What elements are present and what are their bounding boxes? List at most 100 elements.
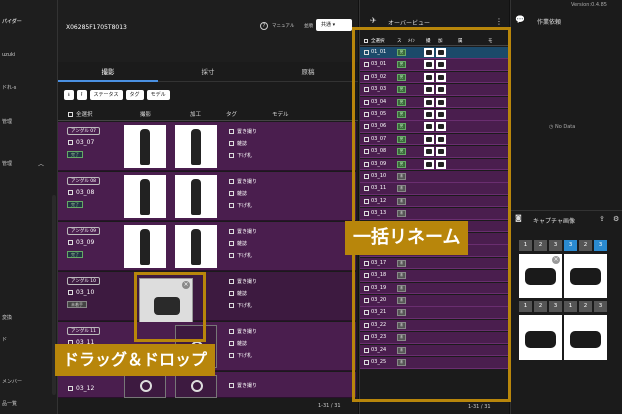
tag-checkbox[interactable]	[229, 203, 234, 208]
sidebar-item-1[interactable]: uzuki	[2, 52, 15, 58]
tag-checkbox[interactable]	[229, 353, 234, 358]
sidebar-item-5[interactable]: 変換	[2, 314, 12, 321]
tag-checkbox[interactable]	[229, 253, 234, 258]
row-checkbox[interactable]	[68, 190, 73, 195]
tab-shoot[interactable]: 撮影	[58, 62, 158, 82]
chevron-up-icon[interactable]: ︿	[38, 159, 44, 168]
tag-hangtag: 下げ札	[229, 200, 257, 212]
divider	[511, 210, 622, 211]
sidebar-item-0[interactable]: パイダー	[2, 18, 22, 25]
table-row[interactable]: アングル 08 03_08 完了 置き撮り 雑誌 下げ札	[58, 172, 356, 221]
version-label: Version:0.4.85	[571, 2, 607, 8]
tag-label: 置き撮り	[237, 383, 258, 389]
photo-placeholder[interactable]	[124, 375, 166, 398]
capture-number[interactable]: 1	[519, 301, 532, 312]
tag-checkbox[interactable]	[229, 279, 234, 284]
capture-thumbnail[interactable]: ×	[519, 254, 562, 298]
select-all-checkbox[interactable]	[68, 112, 73, 117]
capture-number[interactable]: 2	[579, 301, 592, 312]
tag-okidori: 置き撮り	[229, 276, 257, 288]
capture-number[interactable]: 3	[564, 240, 577, 251]
edited-thumbnail[interactable]	[175, 175, 217, 218]
tab-manuscript[interactable]: 原稿	[258, 62, 358, 82]
capture-number[interactable]: 3	[594, 301, 607, 312]
download-icon[interactable]: ⭳	[64, 90, 74, 100]
capture-number[interactable]: 3	[549, 301, 562, 312]
sidebar-item-4[interactable]: 管理	[2, 160, 12, 167]
tag-checkbox[interactable]	[229, 241, 234, 246]
capture-number[interactable]: 3	[549, 240, 562, 251]
sidebar-item-3[interactable]: 管理	[2, 118, 12, 125]
model-button[interactable]: モデル	[146, 90, 170, 100]
photo-placeholder[interactable]	[175, 375, 217, 398]
capture-title: キャプチャ画像	[533, 218, 575, 225]
tag-checkbox[interactable]	[229, 179, 234, 184]
tag-button[interactable]: タグ	[125, 90, 144, 100]
sort-value: 共通	[321, 22, 332, 28]
tag-label: 雑誌	[237, 241, 248, 247]
tag-okidori: 置き撮り	[229, 380, 257, 392]
row-checkbox[interactable]	[68, 140, 73, 145]
capture-thumbnail[interactable]	[519, 315, 562, 360]
upload-cloud-icon[interactable]: ⇪	[599, 215, 605, 223]
tag-checkbox[interactable]	[229, 383, 234, 388]
capture-thumbnail[interactable]	[564, 315, 607, 360]
capture-number[interactable]: 1	[564, 301, 577, 312]
capture-number[interactable]: 2	[579, 240, 592, 251]
tag-label: 下げ札	[237, 153, 253, 159]
edited-thumbnail[interactable]	[175, 125, 217, 168]
sort-select[interactable]: 共通 ▾	[316, 19, 352, 31]
tag-okidori: 置き撮り	[229, 226, 257, 238]
tag-checkbox[interactable]	[229, 341, 234, 346]
manual-link[interactable]: マニュアル	[272, 23, 294, 29]
tag-list: 置き撮り 雑誌 下げ札	[229, 276, 257, 312]
tag-checkbox[interactable]	[229, 303, 234, 308]
tag-checkbox[interactable]	[229, 229, 234, 234]
capture-number[interactable]: 3	[594, 240, 607, 251]
photo-thumbnail[interactable]	[124, 125, 166, 168]
table-row[interactable]: アングル 10 03_10 未着手 × 置き撮り 雑誌 下げ札	[58, 272, 356, 332]
angle-badge: アングル 10	[67, 277, 100, 285]
more-icon[interactable]: ⋮	[495, 17, 503, 26]
tag-label: 置き撮り	[237, 179, 258, 185]
dnd-highlight-box	[134, 272, 206, 342]
row-checkbox[interactable]	[68, 240, 73, 245]
toolbar: ⭳ ⭱ ステータス タグ モデル	[64, 90, 170, 100]
tag-checkbox[interactable]	[229, 191, 234, 196]
row-checkbox[interactable]	[68, 386, 73, 391]
aperture-icon	[140, 380, 152, 392]
capture-number[interactable]: 2	[534, 240, 547, 251]
tag-list: 置き撮り	[229, 380, 257, 392]
tag-checkbox[interactable]	[229, 129, 234, 134]
row-checkbox[interactable]	[68, 290, 73, 295]
photo-thumbnail[interactable]	[124, 175, 166, 218]
tab-bar: 撮影 採寸 原稿	[58, 62, 358, 82]
photo-thumbnail[interactable]	[124, 225, 166, 268]
tag-magazine: 雑誌	[229, 288, 257, 300]
select-all[interactable]: 全選択	[68, 110, 93, 118]
sidebar-item-8[interactable]: 品一覧	[2, 400, 17, 407]
row-code-label: 03_08	[76, 189, 95, 196]
sidebar-item-6[interactable]: ド	[2, 336, 7, 343]
sidebar-item-2[interactable]: ドれ-s	[2, 84, 16, 91]
upload-icon[interactable]: ⭱	[76, 90, 87, 100]
edited-thumbnail[interactable]	[175, 225, 217, 268]
capture-number[interactable]: 2	[534, 301, 547, 312]
tag-checkbox[interactable]	[229, 141, 234, 146]
tag-checkbox[interactable]	[229, 291, 234, 296]
status-button[interactable]: ステータス	[89, 90, 123, 100]
table-row[interactable]: アングル 07 03_07 完了 置き撮り 雑誌 下げ札	[58, 122, 356, 171]
help-icon[interactable]: ?	[260, 22, 268, 30]
sidebar-item-7[interactable]: メンバー	[2, 378, 22, 385]
close-icon[interactable]: ×	[552, 256, 560, 264]
settings-icon[interactable]: ⚙	[613, 215, 619, 223]
tag-checkbox[interactable]	[229, 329, 234, 334]
row-code-label: 03_09	[76, 239, 95, 246]
capture-number[interactable]: 1	[519, 240, 532, 251]
table-row[interactable]: アングル 09 03_09 完了 置き撮り 雑誌 下げ札	[58, 222, 356, 271]
capture-thumbnail[interactable]	[564, 254, 607, 298]
tag-checkbox[interactable]	[229, 153, 234, 158]
doc-id: X06285F1705T8013	[66, 24, 127, 31]
tab-measure[interactable]: 採寸	[158, 62, 258, 82]
row-code-label: 03_10	[76, 289, 95, 296]
